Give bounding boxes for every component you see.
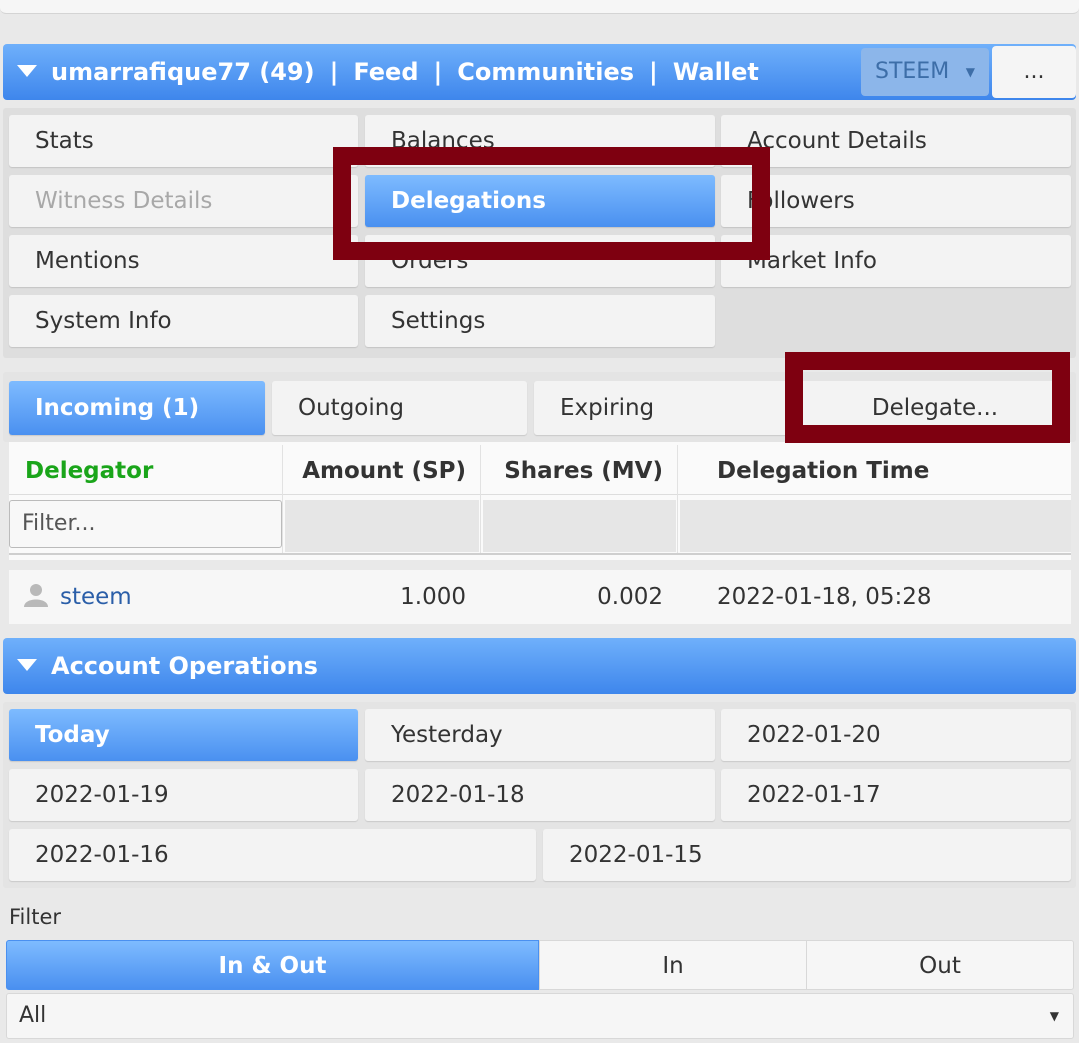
filter-cell-time bbox=[680, 500, 1071, 552]
tab-incoming[interactable]: Incoming (1) bbox=[9, 381, 265, 435]
more-button[interactable]: ... bbox=[992, 46, 1076, 98]
menu-stats[interactable]: Stats bbox=[9, 115, 358, 167]
column-header-amount[interactable]: Amount (SP) bbox=[284, 445, 480, 495]
account-operations-title[interactable]: Account Operations bbox=[51, 652, 318, 680]
wallet-link[interactable]: Wallet bbox=[673, 58, 759, 86]
top-strip bbox=[0, 0, 1079, 14]
column-header-delegator[interactable]: Delegator bbox=[9, 445, 282, 495]
divider bbox=[480, 445, 481, 555]
date-button[interactable]: 2022-01-18 bbox=[365, 769, 715, 821]
date-button[interactable]: 2022-01-17 bbox=[721, 769, 1071, 821]
column-header-delegation-time[interactable]: Delegation Time bbox=[679, 445, 1071, 495]
header-title: umarrafique77 (49) | Feed | Communities | Wall… bbox=[17, 44, 759, 100]
delegation-time-value: 2022-01-18, 05:28 bbox=[717, 584, 932, 610]
collapse-triangle-icon[interactable] bbox=[17, 659, 37, 671]
date-button[interactable]: 2022-01-20 bbox=[721, 709, 1071, 761]
divider bbox=[677, 445, 678, 555]
shares-value: 0.002 bbox=[597, 584, 663, 610]
dropdown-caret-icon: ▼ bbox=[965, 65, 975, 79]
menu-mentions[interactable]: Mentions bbox=[9, 235, 358, 287]
menu-account-details[interactable]: Account Details bbox=[721, 115, 1071, 167]
feed-link[interactable]: Feed bbox=[353, 58, 418, 86]
date-button[interactable]: 2022-01-16 bbox=[9, 829, 536, 881]
currency-value: STEEM bbox=[875, 59, 950, 84]
date-yesterday[interactable]: Yesterday bbox=[365, 709, 715, 761]
filter-cell-shares bbox=[483, 500, 676, 552]
date-today[interactable]: Today bbox=[9, 709, 358, 761]
account-operations-header: Account Operations bbox=[17, 638, 318, 694]
highlight-box-delegations bbox=[333, 147, 770, 260]
menu-system-info[interactable]: System Info bbox=[9, 295, 358, 347]
direction-out[interactable]: Out bbox=[806, 940, 1074, 990]
communities-link[interactable]: Communities bbox=[457, 58, 634, 86]
table-row: steem 1.000 0.002 2022-01-18, 05:28 bbox=[9, 570, 1071, 624]
menu-followers[interactable]: Followers bbox=[721, 175, 1071, 227]
highlight-box-delegate bbox=[785, 352, 1070, 443]
direction-in-and-out[interactable]: In & Out bbox=[6, 940, 539, 990]
separator: | bbox=[649, 58, 658, 86]
account-operations-bar: Account Operations bbox=[3, 638, 1076, 694]
divider bbox=[9, 553, 1071, 555]
separator: | bbox=[329, 58, 339, 86]
delegator-filter-input[interactable]: Filter... bbox=[9, 500, 282, 548]
divider bbox=[9, 494, 1071, 495]
menu-settings[interactable]: Settings bbox=[365, 295, 715, 347]
divider bbox=[282, 445, 283, 555]
column-header-shares[interactable]: Shares (MV) bbox=[482, 445, 677, 495]
filter-label: Filter bbox=[9, 905, 62, 929]
operation-type-value: All bbox=[19, 1003, 47, 1028]
user-icon bbox=[23, 570, 53, 624]
account-header-bar: umarrafique77 (49) | Feed | Communities | Wall… bbox=[3, 44, 1076, 100]
delegator-link[interactable]: steem bbox=[60, 570, 132, 624]
tab-expiring[interactable]: Expiring bbox=[534, 381, 789, 435]
operation-type-select[interactable]: All ▼ bbox=[6, 993, 1074, 1039]
account-link[interactable]: umarrafique77 (49) bbox=[51, 58, 315, 86]
currency-select[interactable]: STEEM ▼ bbox=[861, 48, 989, 96]
separator: | bbox=[433, 58, 443, 86]
tab-outgoing[interactable]: Outgoing bbox=[272, 381, 527, 435]
collapse-triangle-icon[interactable] bbox=[17, 65, 37, 77]
amount-value: 1.000 bbox=[400, 584, 466, 610]
date-button[interactable]: 2022-01-15 bbox=[543, 829, 1071, 881]
filter-cell-amount bbox=[285, 500, 479, 552]
menu-witness-details[interactable]: Witness Details bbox=[9, 175, 358, 227]
date-button[interactable]: 2022-01-19 bbox=[9, 769, 358, 821]
dropdown-caret-icon: ▼ bbox=[1049, 1009, 1059, 1023]
menu-market-info[interactable]: Market Info bbox=[721, 235, 1071, 287]
direction-in[interactable]: In bbox=[539, 940, 807, 990]
